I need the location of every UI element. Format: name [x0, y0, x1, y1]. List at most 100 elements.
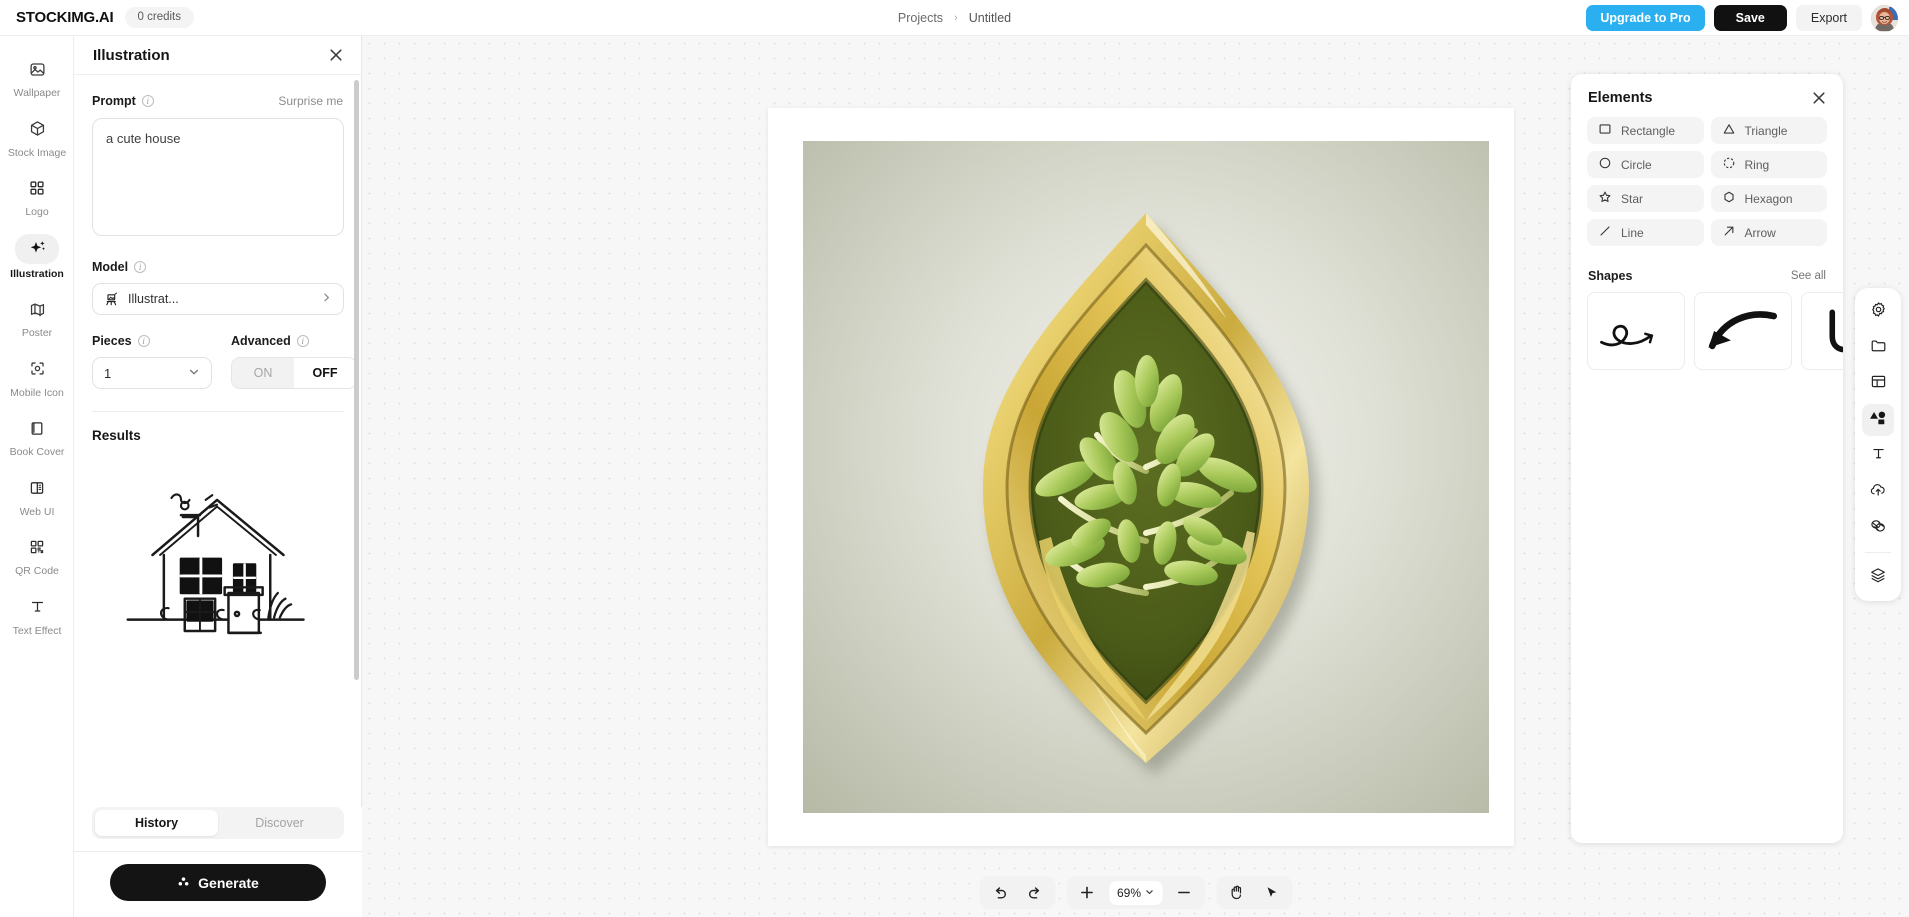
history-discover-tabs: History Discover — [92, 807, 344, 839]
results-label: Results — [92, 428, 141, 443]
history-tools-group — [978, 876, 1055, 909]
advanced-on-option[interactable]: ON — [232, 358, 294, 388]
upgrade-to-pro-button[interactable]: Upgrade to Pro — [1586, 4, 1705, 32]
credits-badge[interactable]: 0 credits — [124, 6, 194, 29]
generated-artwork[interactable] — [803, 141, 1489, 813]
sidebar-item-book-cover[interactable]: Book Cover — [0, 407, 74, 467]
sidebar-item-mobile-icon[interactable]: Mobile Icon — [0, 348, 74, 408]
layers-tool[interactable] — [1862, 561, 1894, 593]
settings-tool[interactable] — [1862, 296, 1894, 328]
sidebar-item-text-effect[interactable]: Text Effect — [0, 586, 74, 646]
zoom-in-button[interactable] — [1072, 879, 1102, 906]
focus-icon — [19, 355, 55, 383]
element-label: Star — [1621, 191, 1644, 206]
advanced-off-option[interactable]: OFF — [294, 358, 356, 388]
breadcrumb-current[interactable]: Untitled — [969, 11, 1011, 25]
element-circle[interactable]: Circle — [1587, 151, 1704, 178]
see-all-button[interactable]: See all — [1791, 270, 1826, 282]
element-line[interactable]: Line — [1587, 219, 1704, 246]
sidebar-item-illustration[interactable]: Illustration — [0, 227, 74, 289]
info-icon[interactable]: i — [134, 261, 147, 273]
right-tool-rail — [1855, 288, 1901, 601]
pointer-tools-group — [1216, 876, 1293, 909]
templates-tool[interactable] — [1862, 368, 1894, 400]
shape-card[interactable] — [1587, 292, 1685, 370]
info-icon[interactable]: i — [137, 335, 150, 347]
projects-folder-tool[interactable] — [1862, 332, 1894, 364]
generate-button[interactable]: Generate — [110, 864, 326, 901]
text-tool[interactable] — [1862, 440, 1894, 472]
gear-icon — [1870, 301, 1887, 323]
advanced-label: Advanced i — [231, 334, 309, 348]
text-t-icon — [19, 593, 55, 621]
element-triangle[interactable]: Triangle — [1710, 117, 1827, 144]
effects-icon — [1869, 517, 1887, 540]
element-label: Circle — [1621, 157, 1652, 172]
pieces-row: Pieces i — [92, 334, 212, 348]
layout-icon — [19, 474, 55, 502]
pieces-group: Pieces i 1 — [92, 315, 212, 389]
effects-tool[interactable] — [1862, 512, 1894, 544]
zoom-level-select[interactable]: 69% — [1108, 880, 1163, 905]
chevron-down-icon — [1144, 886, 1154, 900]
element-star[interactable]: Star — [1587, 185, 1704, 212]
element-ring[interactable]: Ring — [1710, 151, 1827, 178]
sidebar-item-logo[interactable]: Logo — [0, 167, 74, 227]
zoom-tools-group: 69% — [1065, 876, 1206, 909]
element-arrow[interactable]: Arrow — [1710, 219, 1827, 246]
breadcrumb-projects[interactable]: Projects — [898, 11, 943, 25]
element-shape-grid: Rectangle Triangle Circle Ring Star Hexa… — [1571, 117, 1843, 246]
model-label: Model i — [92, 260, 147, 274]
close-icon[interactable] — [329, 48, 343, 62]
sidebar-label: Book Cover — [9, 446, 65, 458]
pieces-select[interactable]: 1 — [92, 357, 212, 389]
sidebar-item-wallpaper[interactable]: Wallpaper — [0, 48, 74, 108]
hand-tool-button[interactable] — [1222, 879, 1252, 906]
info-icon[interactable]: i — [296, 335, 309, 347]
sidebar-item-web-ui[interactable]: Web UI — [0, 467, 74, 527]
shapes-section-title: Shapes — [1588, 269, 1633, 283]
qr-icon — [19, 533, 55, 561]
sidebar-label: Wallpaper — [13, 87, 61, 99]
element-rectangle[interactable]: Rectangle — [1587, 117, 1704, 144]
element-label: Triangle — [1744, 123, 1788, 138]
panel-footer: History Discover Generate — [74, 807, 362, 917]
left-nav-rail: Wallpaper Stock Image Logo Illustration … — [0, 36, 74, 917]
undo-button[interactable] — [985, 879, 1015, 906]
tab-discover[interactable]: Discover — [218, 810, 341, 836]
prompt-input[interactable] — [92, 118, 344, 236]
redo-button[interactable] — [1019, 879, 1049, 906]
upload-cloud-icon — [1869, 481, 1887, 504]
top-bar: STOCKIMG.AI 0 credits Projects › Untitle… — [0, 0, 1909, 36]
brand-logo[interactable]: STOCKIMG.AI — [16, 9, 114, 26]
circle-icon — [1598, 156, 1612, 173]
info-icon[interactable]: i — [141, 95, 154, 107]
illustration-panel: Illustration Prompt i Surprise me Model — [74, 36, 362, 917]
shape-card[interactable] — [1801, 292, 1843, 370]
save-button[interactable]: Save — [1713, 4, 1787, 32]
avatar[interactable] — [1871, 4, 1898, 32]
upload-tool[interactable] — [1862, 476, 1894, 508]
close-icon[interactable] — [1812, 91, 1826, 105]
artboard[interactable] — [768, 108, 1514, 846]
sidebar-label: QR Code — [15, 565, 59, 577]
zoom-out-button[interactable] — [1169, 879, 1199, 906]
select-tool-button[interactable] — [1256, 879, 1286, 906]
book-icon — [19, 414, 55, 442]
tab-history[interactable]: History — [95, 810, 218, 836]
grid-icon — [19, 174, 55, 202]
shapes-carousel[interactable] — [1571, 292, 1843, 374]
panel-header: Illustration — [74, 36, 361, 75]
result-thumbnail[interactable] — [92, 455, 344, 655]
sidebar-item-poster[interactable]: Poster — [0, 288, 74, 348]
panel-scrollbar[interactable] — [354, 80, 359, 680]
pieces-advanced-row: Pieces i 1 Advanced i ON OFF — [92, 315, 357, 389]
shapes-tool[interactable] — [1862, 404, 1894, 436]
sidebar-item-qr-code[interactable]: QR Code — [0, 526, 74, 586]
surprise-me-button[interactable]: Surprise me — [278, 94, 343, 108]
element-hexagon[interactable]: Hexagon — [1710, 185, 1827, 212]
model-select[interactable]: Illustrat... — [92, 283, 344, 315]
export-button[interactable]: Export — [1795, 4, 1862, 32]
sidebar-item-stock-image[interactable]: Stock Image — [0, 108, 74, 168]
shape-card[interactable] — [1694, 292, 1792, 370]
